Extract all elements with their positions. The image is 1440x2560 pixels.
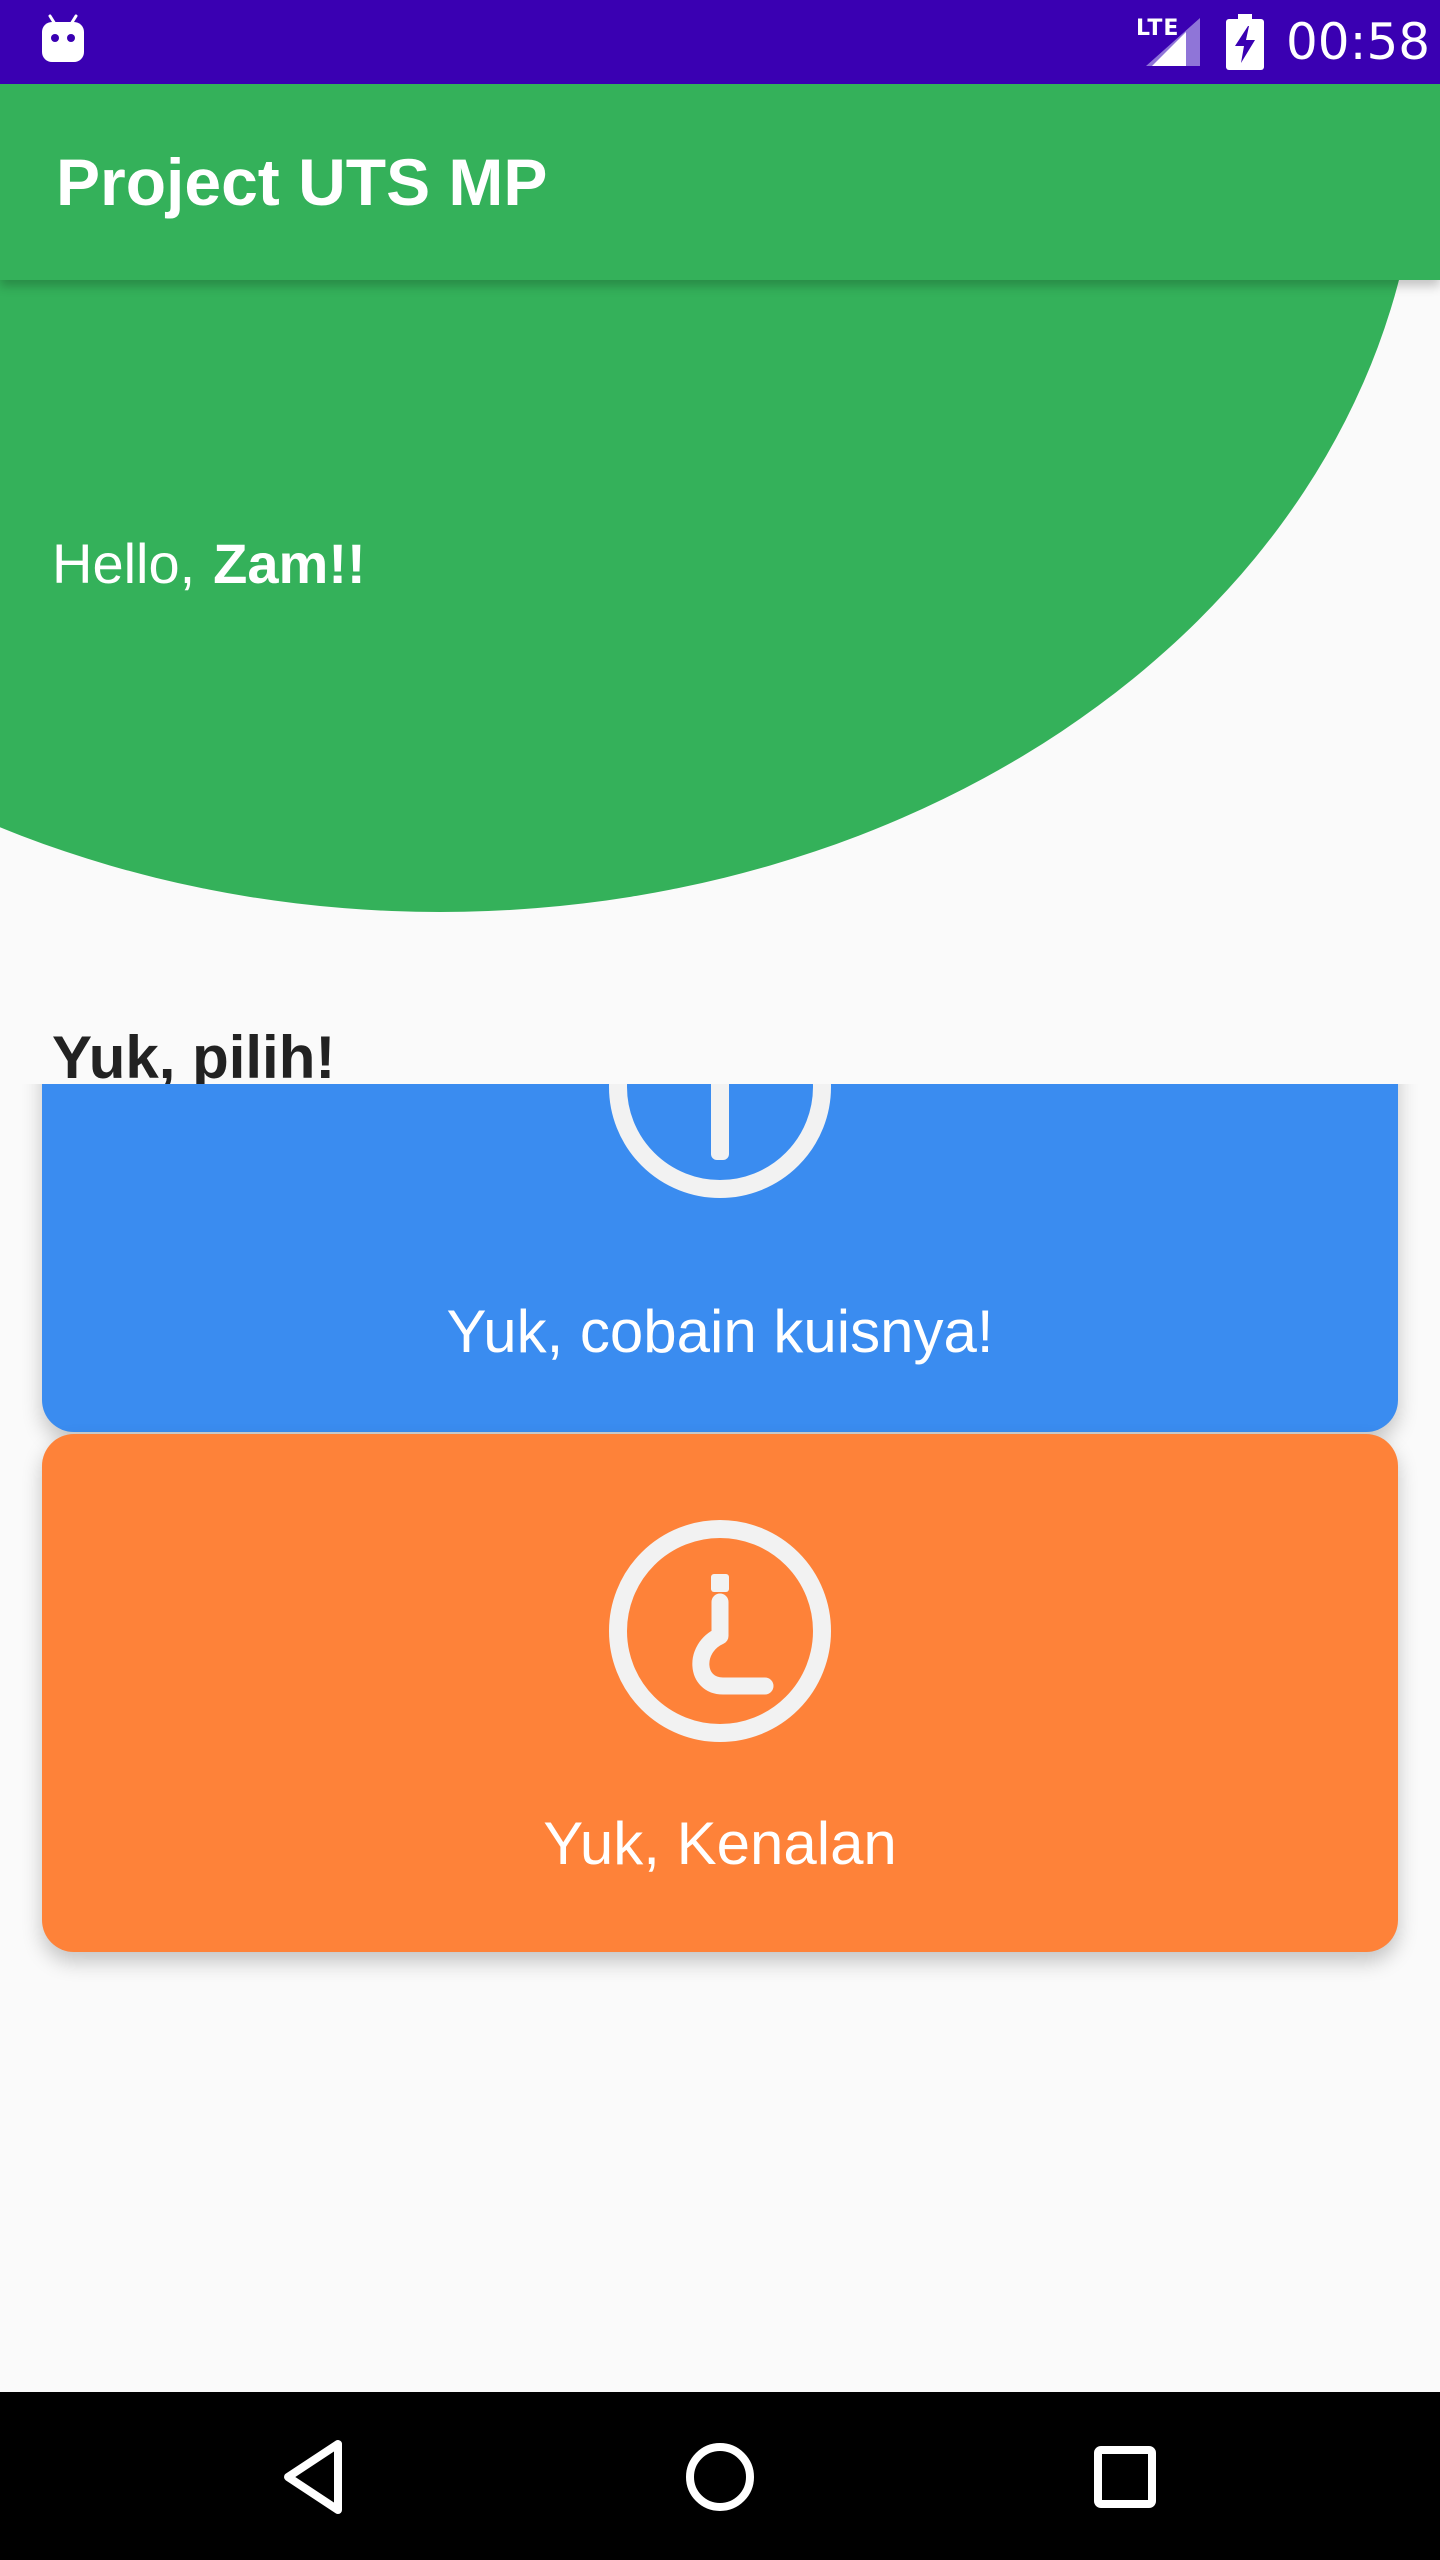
about-card[interactable]: Yuk, Kenalan [42,1434,1398,1952]
quiz-card[interactable]: Yuk, cobain kuisnya! [42,1084,1398,1432]
signal-icon [1146,18,1200,66]
recents-icon[interactable] [1080,2432,1170,2522]
back-icon[interactable] [270,2432,360,2522]
question-icon [609,1520,831,1742]
card-list[interactable]: Yuk, cobain kuisnya! Yuk, Kenalan [0,1084,1440,2392]
battery-charging-icon [1226,14,1264,70]
screen: LTE 00:58 Project UTS MP Hello, Zam!! Yuk… [0,0,1440,2560]
about-card-label: Yuk, Kenalan [543,1810,897,1877]
home-icon[interactable] [675,2432,765,2522]
quiz-card-label: Yuk, cobain kuisnya! [446,1298,994,1365]
greeting: Hello, Zam!! [52,528,366,600]
clock: 00:58 [1286,13,1431,71]
quiz-icon [609,1084,831,1198]
navigation-bar [0,2392,1440,2560]
user-name: Zam!! [213,532,366,595]
greeting-prefix: Hello, [52,532,196,595]
section-title: Yuk, pilih! [52,1024,336,1084]
app-bar: Project UTS MP [0,84,1440,280]
status-bar: LTE 00:58 [0,0,1440,84]
app-title: Project UTS MP [56,145,548,219]
android-icon [42,14,84,62]
